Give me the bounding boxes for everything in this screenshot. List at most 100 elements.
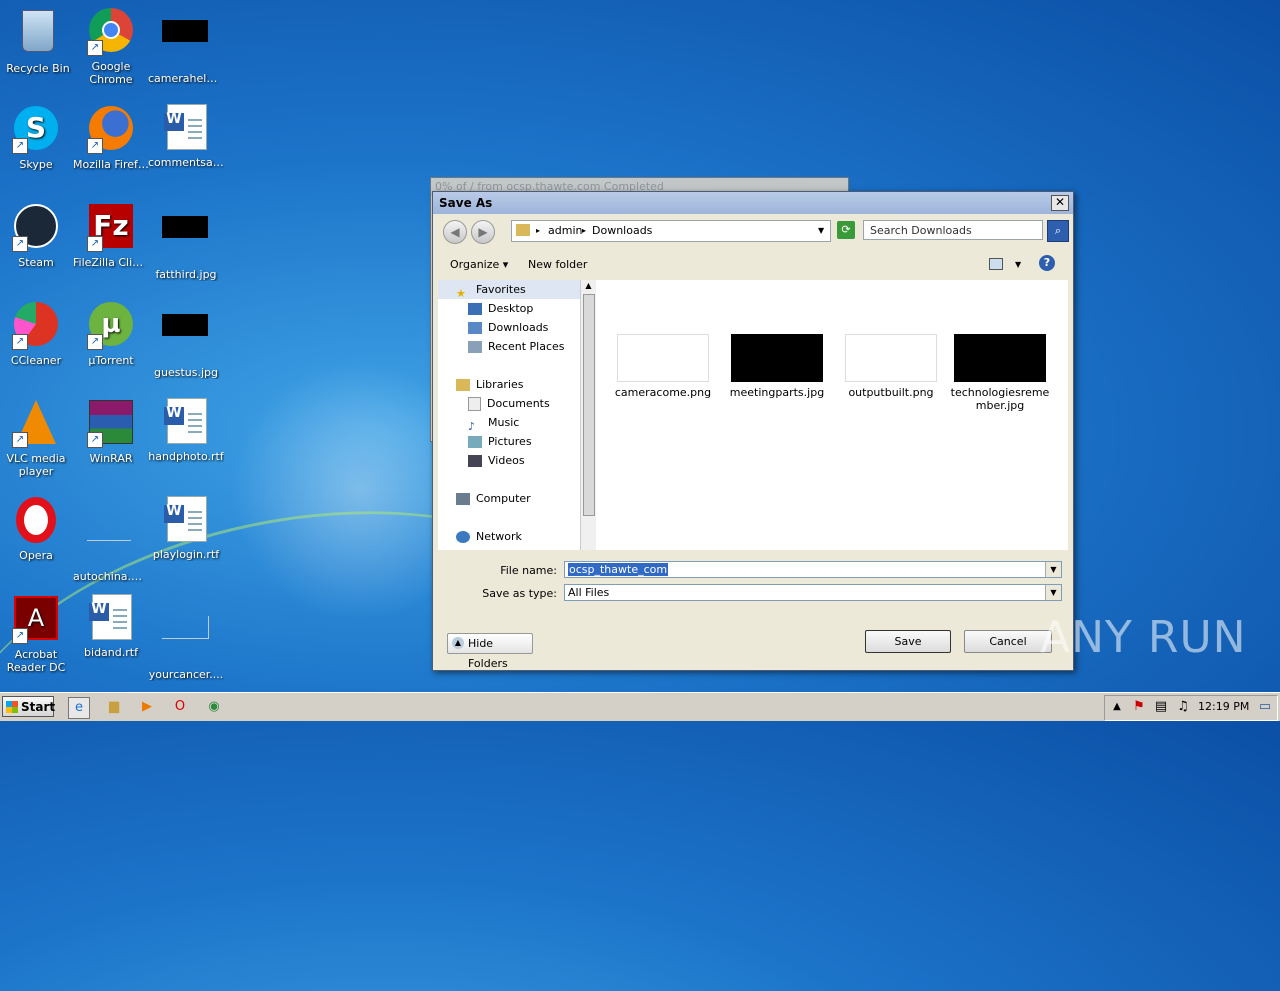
pictures-icon (468, 436, 482, 448)
dialog-titlebar[interactable]: Save As ✕ (433, 192, 1073, 214)
cancel-button[interactable]: Cancel (964, 630, 1052, 653)
breadcrumb-admin[interactable]: admin (548, 224, 582, 237)
save-as-type-select[interactable]: All Files ▼ (564, 584, 1062, 601)
nav-desktop[interactable]: Desktop (468, 299, 533, 318)
nav-videos[interactable]: Videos (468, 451, 525, 470)
chrome-icon: ↗ (87, 8, 135, 56)
hide-folders-button[interactable]: ▲ Hide Folders (447, 633, 533, 670)
show-desktop-icon[interactable]: ▭ (1255, 697, 1275, 717)
media-player-icon[interactable]: ▶ (137, 697, 157, 717)
new-folder-button[interactable]: New folder (528, 258, 587, 271)
desktop-icon-vlc[interactable]: ↗ VLC media player (0, 398, 74, 478)
file-item[interactable]: meetingparts.jpg (722, 334, 832, 399)
action-center-icon[interactable]: ⚑ (1129, 697, 1149, 717)
desktop-icon-yourcancer[interactable]: yourcancer.... (148, 594, 224, 681)
image-file-icon (162, 314, 210, 362)
desktop-icon-filezilla[interactable]: Fz ↗ FileZilla Client (73, 202, 149, 269)
nav-music[interactable]: ♪ Music (468, 413, 519, 433)
refresh-icon[interactable]: ⟳ (837, 221, 855, 239)
file-item[interactable]: technologiesremember.jpg (950, 334, 1050, 412)
desktop-icon-chrome[interactable]: ↗ Google Chrome (73, 6, 149, 86)
breadcrumb-downloads[interactable]: Downloads (592, 224, 652, 237)
search-icon[interactable]: ⌕ (1047, 220, 1069, 242)
scrollbar-thumb[interactable] (583, 294, 595, 516)
file-list: cameracome.png meetingparts.jpg outputbu… (596, 280, 1068, 550)
image-file-icon (162, 616, 210, 664)
nav-computer[interactable]: Computer (456, 489, 531, 508)
desktop-icon-guestus[interactable]: guestus.jpg (148, 300, 224, 379)
file-item[interactable]: cameracome.png (608, 334, 718, 399)
desktop-icon-cameraheld[interactable]: cameraheld.... (148, 6, 224, 85)
dialog-title: Save As (439, 196, 493, 210)
back-arrow-icon[interactable]: ◀ (443, 220, 467, 244)
file-name-field[interactable]: ocsp_thawte_com ▼ (564, 561, 1062, 578)
help-icon[interactable]: ? (1039, 255, 1055, 271)
desktop-icon-ccleaner[interactable]: ↗ CCleaner (0, 300, 74, 367)
internet-explorer-icon[interactable]: e (68, 697, 90, 719)
system-tray: ▲ ⚑ ▤ ♫ ▭ (1104, 695, 1278, 721)
opera-icon (12, 497, 60, 545)
ccleaner-icon: ↗ (12, 302, 60, 350)
nav-downloads[interactable]: Downloads (468, 318, 548, 337)
search-input[interactable]: Search Downloads (863, 220, 1043, 240)
nav-libraries[interactable]: Libraries (456, 375, 524, 394)
file-explorer-icon[interactable]: ▆ (104, 697, 124, 717)
nav-documents[interactable]: Documents (468, 394, 550, 413)
png-file-icon (87, 518, 135, 566)
start-button[interactable]: Start (2, 696, 55, 717)
desktop-icon-utorrent[interactable]: µ ↗ µTorrent (73, 300, 149, 367)
image-thumbnail (845, 334, 937, 382)
desktop-icon-recycle-bin[interactable]: Recycle Bin (0, 6, 76, 75)
navigation-bar: ◀ ▶ ▸ admin ▸ Downloads ▼ ⟳ Search Downl… (433, 214, 1073, 248)
desktop-icon-acrobat[interactable]: A ↗ Acrobat Reader DC (0, 594, 74, 674)
nav-favorites[interactable]: ★ Favorites (456, 280, 526, 300)
desktop-icon-skype[interactable]: S ↗ Skype (0, 104, 74, 171)
chevron-up-icon: ▲ (452, 637, 464, 649)
desktop-icon-firefox[interactable]: ↗ Mozilla Firefox (73, 104, 149, 171)
desktop-icon-winrar[interactable]: ↗ WinRAR (73, 398, 149, 465)
desktop-icon-playlogin[interactable]: playlogin.rtf (148, 496, 224, 561)
nav-scrollbar[interactable]: ▲ (580, 280, 596, 550)
chevron-down-icon[interactable]: ▼ (818, 226, 824, 235)
view-chevron-down-icon[interactable]: ▼ (1015, 260, 1021, 269)
show-hidden-icons-icon[interactable]: ▲ (1107, 697, 1127, 717)
save-as-dialog[interactable]: Save As ✕ ◀ ▶ ▸ admin ▸ Downloads ▼ ⟳ Se… (432, 191, 1074, 671)
nav-recent-places[interactable]: Recent Places (468, 337, 565, 356)
view-options-icon[interactable] (989, 258, 1003, 270)
file-item[interactable]: outputbuilt.png (836, 334, 946, 399)
address-bar[interactable]: ▸ admin ▸ Downloads ▼ (511, 220, 831, 242)
filezilla-icon: Fz ↗ (87, 204, 135, 252)
close-button[interactable]: ✕ (1051, 195, 1069, 211)
nav-pictures[interactable]: Pictures (468, 432, 532, 451)
image-thumbnail (954, 334, 1046, 382)
winrar-icon: ↗ (87, 400, 135, 448)
chevron-down-icon[interactable]: ▼ (1045, 562, 1061, 577)
forward-arrow-icon[interactable]: ▶ (471, 220, 495, 244)
volume-icon[interactable]: ♫ (1173, 697, 1193, 717)
opera-taskbar-icon[interactable]: O (170, 697, 190, 717)
desktop-icon-steam[interactable]: ↗ Steam (0, 202, 74, 269)
star-icon: ★ (456, 287, 466, 300)
scroll-up-icon[interactable]: ▲ (581, 280, 596, 292)
anyrun-watermark: ANY RUN (1040, 612, 1247, 663)
command-bar: Organize ▾ New folder ▼ ? (433, 250, 1073, 278)
desktop-icon-autochina[interactable]: autochina.png (73, 496, 149, 583)
computer-icon (456, 493, 470, 505)
desktop-icon-commentsas[interactable]: commentsas... (148, 104, 224, 169)
word-document-icon (87, 594, 135, 642)
desktop-icon-handphoto[interactable]: handphoto.rtf (148, 398, 224, 463)
desktop-icon-fatthird[interactable]: fatthird.jpg (148, 202, 224, 281)
word-document-icon (162, 104, 210, 152)
clock[interactable]: 12:19 PM (1198, 700, 1249, 713)
desktop-icon-opera[interactable]: Opera (0, 496, 74, 562)
image-thumbnail (731, 334, 823, 382)
save-button[interactable]: Save (865, 630, 951, 653)
organize-button[interactable]: Organize ▾ (450, 258, 508, 271)
chrome-taskbar-icon[interactable]: ◉ (204, 697, 224, 717)
file-name-label: File name: (500, 564, 557, 577)
chevron-down-icon[interactable]: ▼ (1045, 585, 1061, 600)
network-tray-icon[interactable]: ▤ (1151, 697, 1171, 717)
nav-network[interactable]: Network (456, 527, 522, 546)
desktop-icon-bidand[interactable]: bidand.rtf (73, 594, 149, 659)
navigation-pane: ★ Favorites Desktop Downloads Recent Plac… (438, 280, 580, 550)
